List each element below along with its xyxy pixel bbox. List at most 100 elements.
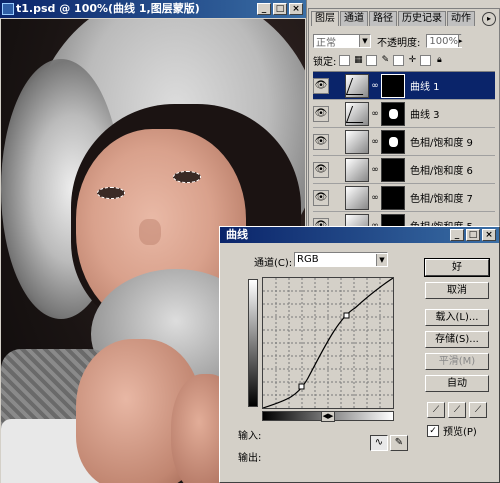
layer-mask-thumbnail[interactable]	[381, 129, 405, 154]
auto-button[interactable]: 自动	[425, 375, 489, 392]
white-eyedropper-icon[interactable]: ⟋	[469, 402, 487, 418]
layer-name: 曲线 3	[410, 110, 440, 121]
minimize-button[interactable]: _	[450, 229, 464, 241]
gradient-flip-icon[interactable]: ◀▶	[321, 411, 335, 422]
channel-select-box[interactable]: RGB ▼	[294, 252, 388, 267]
brush-icon	[331, 191, 343, 205]
channel-label: 通道(C):	[254, 258, 293, 269]
black-eyedropper-icon[interactable]: ⟋	[427, 402, 445, 418]
eye-icon[interactable]: 👁︎	[313, 133, 329, 150]
link-icon: ∞	[371, 108, 379, 119]
photo-right-eye-selection	[173, 171, 201, 183]
blend-row: 正常 ▼ 不透明度: 100% ▸	[313, 33, 495, 49]
lock-transparency-checkbox[interactable]	[339, 54, 351, 66]
curves-dialog: 曲线 _ □ × 通道(C): RGB ▼ ◀▶ 输入: 输出: ∿ ✎ 好 取…	[219, 226, 500, 483]
eye-icon[interactable]: 👁︎	[313, 161, 329, 178]
cancel-button[interactable]: 取消	[425, 282, 489, 299]
pencil-icon[interactable]: ✎	[390, 435, 408, 451]
layer-mask-thumbnail[interactable]	[381, 157, 405, 182]
chevron-right-icon: ▸	[457, 35, 463, 47]
layer-name: 色相/饱和度 7	[410, 194, 473, 205]
opacity-label: 不透明度:	[377, 37, 421, 49]
preview-checkbox[interactable]: ✓	[427, 424, 439, 437]
tab-history[interactable]: 历史记录	[398, 11, 446, 26]
link-icon: ∞	[371, 164, 379, 175]
blend-mode-value: 正常	[316, 37, 336, 49]
layer-row[interactable]: 👁︎ ∞ 曲线 1	[313, 72, 495, 100]
document-title-bar[interactable]: t1.psd @ 100%(曲线 1,图层蒙版) _ □ ×	[0, 0, 306, 18]
document-title: t1.psd @ 100%(曲线 1,图层蒙版)	[16, 2, 200, 15]
minimize-button[interactable]: _	[257, 3, 271, 15]
preview-row: ✓ 预览(P)	[427, 423, 477, 438]
curve-mode-icon[interactable]: ∿	[370, 435, 388, 451]
output-gradient-bar	[248, 279, 258, 407]
photoshop-doc-icon	[2, 3, 14, 15]
brush-icon: ✎	[381, 55, 390, 65]
curve-point-low[interactable]	[298, 383, 305, 390]
close-button[interactable]: ×	[289, 3, 303, 15]
curves-title-bar[interactable]: 曲线 _ □ ×	[220, 227, 499, 243]
eye-icon[interactable]: 👁︎	[313, 189, 329, 206]
lock-all-checkbox[interactable]	[420, 54, 432, 66]
close-button[interactable]: ×	[482, 229, 496, 241]
channel-select[interactable]: RGB ▼	[294, 252, 388, 267]
curves-window-controls: _ □ ×	[450, 229, 496, 241]
curves-adjustment-thumbnail	[345, 73, 369, 98]
layer-row[interactable]: 👁︎ ∞ 色相/饱和度 6	[313, 156, 495, 184]
tab-actions[interactable]: 动作	[447, 11, 475, 26]
move-icon: ✛	[408, 55, 417, 65]
save-button[interactable]: 存储(S)...	[425, 331, 489, 348]
mask-shape-icon	[389, 108, 398, 119]
chevron-down-icon: ▼	[376, 253, 387, 266]
layers-palette: 图层 通道 路径 历史记录 动作 ▸ 正常 ▼ 不透明度: 100% ▸ 锁定:…	[308, 8, 500, 232]
palette-menu-icon[interactable]: ▸	[482, 12, 496, 26]
eye-icon[interactable]: 👁︎	[313, 105, 329, 122]
layer-name: 曲线 1	[410, 82, 440, 93]
input-gradient-bar: ◀▶	[262, 411, 394, 422]
smooth-button[interactable]: 平滑(M)	[425, 353, 489, 370]
lock-icon: 🔒︎	[436, 55, 442, 65]
curve-grid	[263, 278, 393, 408]
mask-shape-icon	[389, 136, 398, 147]
document-window-controls: _ □ ×	[257, 3, 303, 15]
channel-value: RGB	[297, 254, 319, 265]
opacity-field[interactable]: 100% ▸	[426, 34, 463, 48]
input-label: 输入:	[238, 431, 262, 442]
eye-icon[interactable]: 👁︎	[313, 77, 329, 94]
maximize-button[interactable]: □	[466, 229, 480, 241]
maximize-button[interactable]: □	[273, 3, 287, 15]
curve-point-high[interactable]	[343, 312, 350, 319]
layer-name: 色相/饱和度 9	[410, 138, 473, 149]
blend-mode-select[interactable]: 正常 ▼	[313, 34, 371, 49]
layer-mask-thumbnail[interactable]	[381, 73, 405, 98]
palette-tabs: 图层 通道 路径 历史记录 动作	[311, 11, 479, 27]
brush-icon	[331, 79, 343, 93]
brush-icon	[331, 107, 343, 121]
hue-saturation-adjustment-thumbnail	[345, 129, 369, 154]
gray-eyedropper-icon[interactable]: ⟋	[448, 402, 466, 418]
layer-list: 👁︎ ∞ 曲线 1 👁︎ ∞ 曲线 3 👁︎ ∞ 色相/饱和度 9 👁︎ ∞ 色…	[313, 71, 495, 230]
tab-layers[interactable]: 图层	[311, 11, 339, 26]
layer-mask-thumbnail[interactable]	[381, 101, 405, 126]
link-icon: ∞	[371, 192, 379, 203]
lock-pixels-checkbox[interactable]	[366, 54, 378, 66]
tab-channels[interactable]: 通道	[340, 11, 368, 26]
preview-label: 预览(P)	[443, 427, 477, 438]
curves-title: 曲线	[226, 228, 248, 241]
link-icon: ∞	[371, 136, 379, 147]
output-label: 输出:	[238, 453, 262, 464]
tab-paths[interactable]: 路径	[369, 11, 397, 26]
curve-graph-svg[interactable]	[263, 278, 393, 408]
layer-mask-thumbnail[interactable]	[381, 185, 405, 210]
load-button[interactable]: 载入(L)...	[425, 309, 489, 326]
layer-row[interactable]: 👁︎ ∞ 色相/饱和度 9	[313, 128, 495, 156]
brush-icon	[331, 163, 343, 177]
ok-button[interactable]: 好	[424, 258, 490, 277]
curve-graph[interactable]	[262, 277, 394, 409]
layer-row[interactable]: 👁︎ ∞ 曲线 3	[313, 100, 495, 128]
layer-row[interactable]: 👁︎ ∞ 色相/饱和度 7	[313, 184, 495, 212]
photo-nose	[139, 219, 161, 245]
lock-position-checkbox[interactable]	[393, 54, 405, 66]
transparency-grid-icon: ▦	[354, 55, 363, 65]
lock-label: 锁定:	[313, 56, 337, 68]
